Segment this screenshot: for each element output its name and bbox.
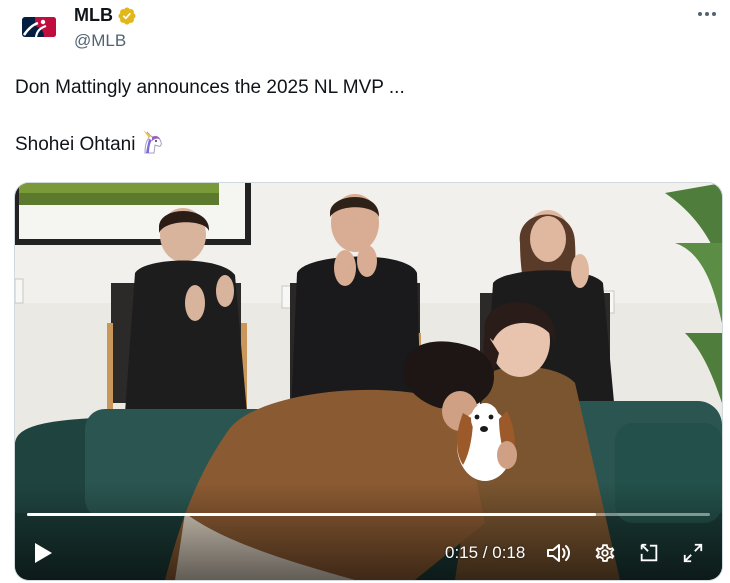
video-controls: 0:15 / 0:18 [15, 535, 722, 571]
play-icon [35, 543, 52, 563]
more-horizontal-icon [698, 12, 716, 16]
video-frame [15, 183, 722, 580]
mlb-logo-icon [22, 17, 56, 37]
settings-button[interactable] [589, 535, 621, 571]
tweet-text-line-2: Shohei Ohtani [15, 129, 405, 157]
more-options-button[interactable] [696, 6, 718, 22]
tweet-card: MLB @MLB Don Mattingly announces the 202… [0, 0, 730, 583]
video-player[interactable]: 0:15 / 0:18 [14, 182, 723, 581]
avatar[interactable] [15, 5, 63, 49]
video-time-display: 0:15 / 0:18 [445, 543, 526, 562]
settings-icon [595, 544, 615, 562]
fullscreen-icon [683, 543, 703, 563]
volume-icon [547, 544, 570, 562]
author-display-name[interactable]: MLB [74, 5, 113, 26]
tweet-text: Don Mattingly announces the 2025 NL MVP … [15, 74, 405, 157]
tweet-text-name: Shohei Ohtani [15, 134, 136, 155]
dock-button[interactable] [633, 535, 665, 571]
dock-icon [640, 543, 658, 562]
volume-button[interactable] [543, 535, 575, 571]
video-progress-bar[interactable] [27, 513, 710, 516]
verified-badge-icon [118, 6, 136, 25]
unicorn-emoji-icon [143, 130, 163, 154]
tweet-text-line-1: Don Mattingly announces the 2025 NL MVP … [15, 77, 405, 98]
play-button[interactable] [29, 535, 57, 571]
fullscreen-button[interactable] [677, 535, 709, 571]
video-progress-fill [27, 513, 596, 516]
author-name-row[interactable]: MLB [74, 5, 137, 26]
author-handle[interactable]: @MLB [74, 31, 126, 51]
